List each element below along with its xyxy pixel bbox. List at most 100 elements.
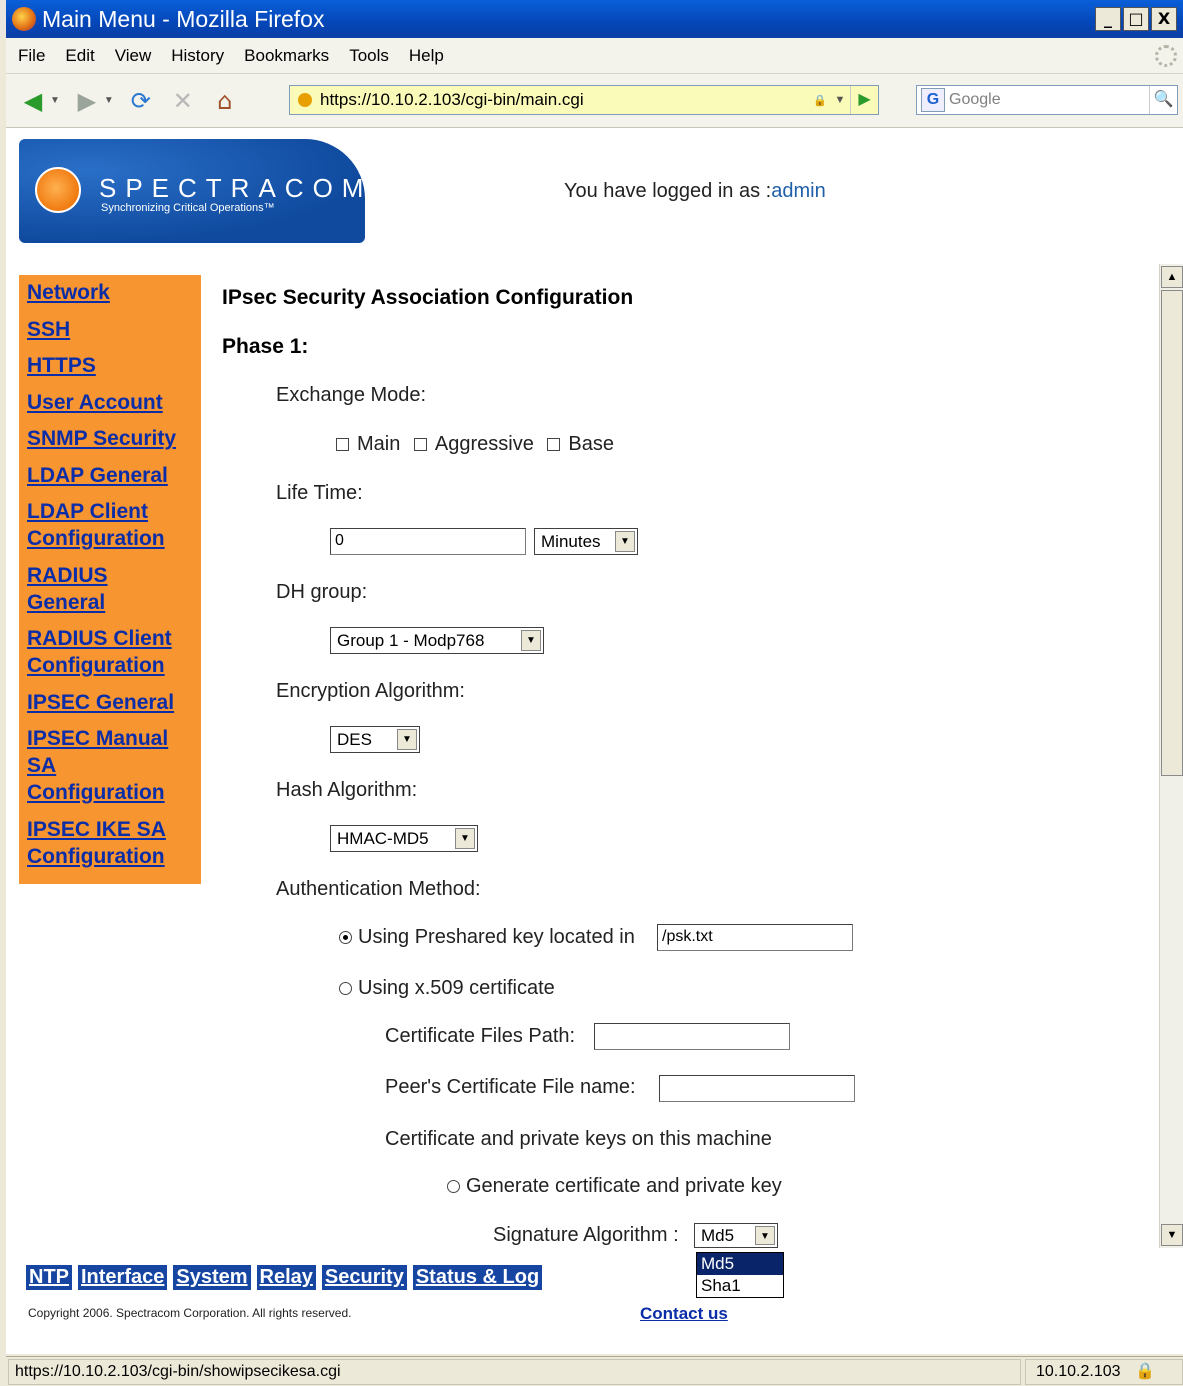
cert-keys-label: Certificate and private keys on this mac… xyxy=(385,1128,772,1150)
sig-alg-option-md5[interactable]: Md5 xyxy=(697,1253,783,1275)
sidebar-item-radius-client[interactable]: RADIUS Client Configuration xyxy=(27,625,187,679)
lock-icon: 🔒 xyxy=(813,94,827,107)
menu-history[interactable]: History xyxy=(171,46,224,66)
menu-edit[interactable]: Edit xyxy=(65,46,94,66)
sidebar-item-ipsec-general[interactable]: IPSEC General xyxy=(27,689,201,716)
maximize-button[interactable]: □ xyxy=(1123,7,1149,31)
chevron-down-icon[interactable]: ▼ xyxy=(521,630,541,651)
scroll-up-button[interactable]: ▲ xyxy=(1161,266,1183,288)
address-input[interactable]: https://10.10.2.103/cgi-bin/main.cgi xyxy=(320,90,810,110)
copyright: Copyright 2006. Spectracom Corporation. … xyxy=(28,1306,352,1320)
sidebar-item-ipsec-manual-sa[interactable]: IPSEC Manual SA Configuration xyxy=(27,725,177,806)
hash-label: Hash Algorithm: xyxy=(276,779,418,801)
menu-file[interactable]: File xyxy=(18,46,45,66)
chevron-down-icon[interactable]: ▼ xyxy=(755,1226,775,1245)
sig-alg-option-sha1[interactable]: Sha1 xyxy=(697,1275,783,1297)
sidebar-item-network[interactable]: Network xyxy=(27,279,201,306)
sidebar-item-user-account[interactable]: User Account xyxy=(27,389,201,416)
sig-alg-label: Signature Algorithm : xyxy=(493,1224,679,1246)
phase-heading: Phase 1: xyxy=(222,335,309,358)
home-button[interactable]: ⌂ xyxy=(210,86,240,116)
page-title: IPsec Security Association Configuration xyxy=(222,286,634,309)
status-url: https://10.10.2.103/cgi-bin/showipsecike… xyxy=(8,1358,1021,1385)
auth-method-label: Authentication Method: xyxy=(276,878,481,900)
login-user: admin xyxy=(771,180,826,202)
throbber-icon xyxy=(1155,45,1177,67)
auth-preshared-radio[interactable] xyxy=(339,931,352,945)
contact-link[interactable]: Contact us xyxy=(640,1304,728,1324)
cert-path-label: Certificate Files Path: xyxy=(385,1025,576,1047)
auth-x509-label: Using x.509 certificate xyxy=(358,977,555,999)
footer-link-interface[interactable]: Interface xyxy=(78,1265,168,1290)
logo-tagline: Synchronizing Critical Operations™ xyxy=(101,202,275,214)
sidebar-item-radius-general[interactable]: RADIUS General xyxy=(27,562,127,616)
forward-history-dropdown[interactable]: ▼ xyxy=(104,95,114,106)
dh-group-select[interactable]: Group 1 - Modp768 ▼ xyxy=(330,627,544,654)
sidebar-item-ipsec-ike-sa[interactable]: IPSEC IKE SA Configuration xyxy=(27,816,177,870)
sig-alg-select[interactable]: Md5 ▼ xyxy=(694,1223,778,1248)
padlock-icon[interactable]: 🔒 xyxy=(1135,1363,1155,1380)
menu-view[interactable]: View xyxy=(115,46,152,66)
footer-link-security[interactable]: Security xyxy=(321,1265,407,1290)
search-input[interactable]: Google xyxy=(949,91,1001,109)
footer-link-ntp[interactable]: NTP xyxy=(26,1265,72,1290)
auth-x509-radio[interactable] xyxy=(339,982,352,996)
window-controls: _ □ X xyxy=(1095,7,1177,31)
page-content: SPECTRACOM Synchronizing Critical Operat… xyxy=(6,128,1183,1354)
url-history-dropdown[interactable]: ▼ xyxy=(830,94,850,106)
minimize-button[interactable]: _ xyxy=(1095,7,1121,31)
exchange-main-checkbox[interactable] xyxy=(336,438,349,452)
login-prefix: You have logged in as : xyxy=(564,180,772,202)
back-button[interactable]: ◀ xyxy=(18,86,48,116)
life-time-unit-value: Minutes xyxy=(541,531,601,551)
life-time-unit-select[interactable]: Minutes ▼ xyxy=(534,528,638,555)
footer-link-system[interactable]: System xyxy=(173,1265,251,1290)
back-history-dropdown[interactable]: ▼ xyxy=(50,95,60,106)
peer-cert-label: Peer's Certificate File name: xyxy=(385,1076,636,1098)
scroll-down-button[interactable]: ▼ xyxy=(1161,1224,1183,1246)
sidebar-menu: Network SSH HTTPS User Account SNMP Secu… xyxy=(19,275,201,884)
exchange-aggressive-label: Aggressive xyxy=(434,433,534,455)
spectracom-logo: SPECTRACOM Synchronizing Critical Operat… xyxy=(19,139,365,243)
logo-brand: SPECTRACOM xyxy=(99,173,373,203)
sidebar-item-https[interactable]: HTTPS xyxy=(27,352,201,379)
search-icon[interactable]: 🔍 xyxy=(1149,86,1177,114)
dh-group-label: DH group: xyxy=(276,581,368,603)
encryption-select[interactable]: DES ▼ xyxy=(330,726,420,753)
generate-radio[interactable] xyxy=(447,1180,460,1194)
menu-tools[interactable]: Tools xyxy=(349,46,389,66)
go-button[interactable]: ▶ xyxy=(850,86,878,114)
navigation-toolbar: ◀ ▼ ▶ ▼ ⟳ ✕ ⌂ https://10.10.2.103/cgi-bin/… xyxy=(6,74,1183,128)
title-bar: Main Menu - Mozilla Firefox _ □ X xyxy=(0,0,1183,38)
stop-button[interactable]: ✕ xyxy=(168,86,198,116)
scroll-thumb[interactable] xyxy=(1161,290,1183,776)
forward-button[interactable]: ▶ xyxy=(72,86,102,116)
address-bar[interactable]: https://10.10.2.103/cgi-bin/main.cgi 🔒 ▼… xyxy=(289,85,879,115)
exchange-aggressive-checkbox[interactable] xyxy=(413,438,427,452)
vertical-scrollbar[interactable]: ▲ ▼ xyxy=(1159,264,1183,1248)
menu-help[interactable]: Help xyxy=(409,46,444,66)
chevron-down-icon[interactable]: ▼ xyxy=(615,531,635,552)
footer-link-relay[interactable]: Relay xyxy=(256,1265,316,1290)
sidebar-item-ldap-client[interactable]: LDAP Client Configuration xyxy=(27,498,177,552)
search-engine-icon[interactable]: G xyxy=(921,88,945,112)
chevron-down-icon[interactable]: ▼ xyxy=(397,729,417,750)
menu-bar: File Edit View History Bookmarks Tools H… xyxy=(6,38,1183,74)
auth-preshared-row: Using Preshared key located in xyxy=(339,926,635,949)
life-time-label: Life Time: xyxy=(276,482,363,504)
footer-link-status-log[interactable]: Status & Log xyxy=(412,1265,543,1290)
sidebar-item-ldap-general[interactable]: LDAP General xyxy=(27,462,201,489)
exchange-base-checkbox[interactable] xyxy=(547,438,561,452)
sidebar-item-snmp-security[interactable]: SNMP Security xyxy=(27,425,201,452)
reload-button[interactable]: ⟳ xyxy=(126,86,156,116)
life-time-input[interactable]: 0 xyxy=(330,528,526,555)
hash-select[interactable]: HMAC-MD5 ▼ xyxy=(330,825,478,852)
sidebar-item-ssh[interactable]: SSH xyxy=(27,316,201,343)
search-box[interactable]: G Google 🔍 xyxy=(916,85,1178,115)
close-button[interactable]: X xyxy=(1151,7,1177,31)
menu-bookmarks[interactable]: Bookmarks xyxy=(244,46,329,66)
cert-path-input[interactable] xyxy=(594,1023,790,1050)
peer-cert-input[interactable] xyxy=(659,1075,855,1102)
chevron-down-icon[interactable]: ▼ xyxy=(455,828,475,849)
preshared-key-path-input[interactable]: /psk.txt xyxy=(657,924,853,951)
